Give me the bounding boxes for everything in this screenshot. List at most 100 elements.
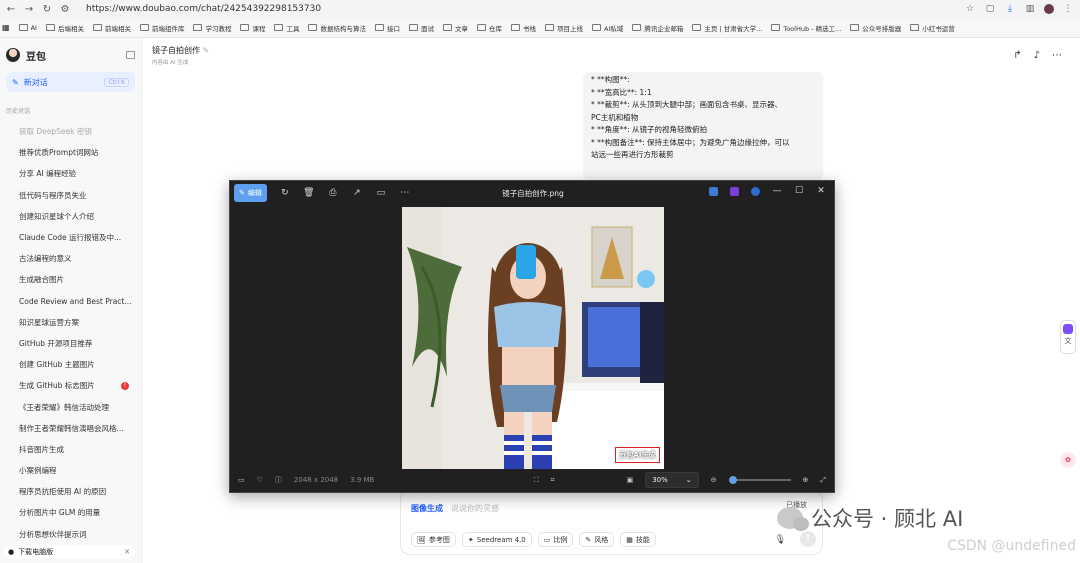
mode-label[interactable]: 图像生成: [411, 503, 443, 514]
bookmark-item[interactable]: 仓库: [476, 23, 502, 33]
bookmark-item[interactable]: 文章: [442, 23, 468, 33]
profile-avatar[interactable]: [1044, 4, 1054, 14]
rename-icon[interactable]: ✎: [203, 46, 210, 55]
bookmark-item[interactable]: 主页 | 甘肃省大学...: [692, 23, 762, 33]
reload-icon[interactable]: ↻: [42, 4, 52, 15]
more-icon[interactable]: ⋯: [1052, 50, 1062, 61]
translate-icon[interactable]: 文: [1061, 336, 1075, 346]
close-icon[interactable]: ✕: [124, 548, 130, 556]
fit-icon[interactable]: ⛶: [534, 476, 539, 485]
sidebar-history-item[interactable]: 分享 AI 编程经验: [0, 163, 141, 184]
sidebar-history-item[interactable]: 获取 DeepSeek 密钥: [0, 121, 141, 142]
site-info-icon[interactable]: ⚙: [60, 4, 70, 15]
bookmark-item[interactable]: 前端组件库: [139, 23, 184, 33]
app-icon-blue[interactable]: [709, 186, 718, 196]
new-chat-button[interactable]: ✎ 新对话 Ctrl K: [6, 72, 135, 92]
sidebar-history-item[interactable]: 分析思想伙伴提示词: [0, 524, 141, 545]
info-icon[interactable]: ⓘ: [275, 475, 282, 485]
bookmark-item[interactable]: 学习教程: [193, 23, 231, 33]
bookmark-item[interactable]: 书栈: [510, 23, 536, 33]
sidebar-history-item[interactable]: 创建 GitHub 主题图片: [0, 354, 141, 375]
bookmark-item[interactable]: 后端相关: [45, 23, 84, 33]
forward-icon[interactable]: →: [24, 4, 34, 15]
bookmark-item[interactable]: 面试: [408, 23, 434, 33]
sidebar-history-item[interactable]: 古法编程的意义: [0, 248, 141, 269]
delete-icon[interactable]: 🗑: [303, 188, 315, 198]
actual-size-icon[interactable]: ▣: [627, 476, 634, 484]
sidebar-history-item[interactable]: 程序员抗拒使用 AI 的原因: [0, 481, 141, 502]
minimize-icon[interactable]: —: [772, 186, 782, 196]
app-icon-purple[interactable]: [730, 186, 739, 196]
send-button[interactable]: ↑: [800, 531, 816, 547]
cloud-icon[interactable]: [751, 186, 760, 196]
sidebar-history-item[interactable]: 《王者荣耀》韩信活动处理: [0, 396, 141, 417]
apps-icon[interactable]: ▦: [2, 23, 10, 32]
bookmark-item[interactable]: 腾讯企业邮箱: [632, 23, 683, 33]
sidebar-history-item[interactable]: 分析图片中 GLM 的用量: [0, 502, 141, 523]
sidebar-history-item[interactable]: 抖音图片生成: [0, 439, 141, 460]
sidebar-history-item[interactable]: 生成 GitHub 标志图片!: [0, 375, 141, 396]
sidebar-history-item[interactable]: 推荐优质Prompt词网站: [0, 142, 141, 163]
composer-tool-button[interactable]: ✎ 风格: [579, 532, 615, 547]
close-icon[interactable]: ✕: [816, 186, 826, 196]
more-icon[interactable]: ⋯: [399, 188, 411, 198]
bell-icon[interactable]: ♪: [1034, 50, 1040, 61]
bookmark-item[interactable]: 小红书运营: [910, 23, 955, 33]
sidebar-history-item[interactable]: 生成融合图片: [0, 269, 141, 290]
print-icon[interactable]: ⎙: [327, 188, 339, 198]
bookmark-item[interactable]: 课程: [240, 23, 265, 33]
zoom-select[interactable]: 30% ⌄: [645, 472, 699, 488]
crop-icon[interactable]: ⌗: [551, 476, 555, 485]
extensions-icon[interactable]: ▢: [984, 4, 996, 14]
sidebar-history-item[interactable]: 小案例编程: [0, 460, 141, 481]
bookmark-item[interactable]: 前端相关: [92, 23, 131, 33]
zoom-slider[interactable]: [728, 476, 791, 484]
fullscreen-icon[interactable]: ⤢: [820, 476, 826, 485]
sidebar-history-item[interactable]: 创建知识星球个人介绍: [0, 206, 141, 227]
maximize-icon[interactable]: ☐: [794, 186, 804, 196]
sidebar-history-item[interactable]: Code Review and Best Pract...: [0, 291, 141, 312]
bookmark-item[interactable]: 工具: [274, 23, 299, 33]
zoom-slider-thumb[interactable]: [728, 476, 737, 484]
bookmark-item[interactable]: 接口: [374, 23, 400, 33]
more-icon[interactable]: ⋮: [1062, 4, 1074, 14]
bookmark-item[interactable]: 项目上线: [544, 23, 583, 33]
bookmark-item[interactable]: AI: [18, 24, 37, 32]
download-desktop-button[interactable]: ● 下载电脑版 ✕: [4, 545, 134, 559]
zoom-out-icon[interactable]: ⊖: [711, 476, 717, 484]
star-icon[interactable]: ☆: [964, 4, 976, 14]
back-icon[interactable]: ←: [6, 4, 16, 15]
sidebar-history-item[interactable]: Claude Code 运行报错及中...: [0, 227, 141, 248]
prompt-input[interactable]: 说说你的灵感: [451, 503, 499, 514]
message-line: * **宽高比**: 1:1: [591, 87, 652, 97]
share-icon[interactable]: ↗: [351, 188, 363, 198]
composer-tool-button[interactable]: ✦ Seedream 4.0: [461, 532, 532, 547]
rotate-icon[interactable]: ↻: [279, 188, 291, 198]
sidebar-history-item[interactable]: 低代码与程序员失业: [0, 185, 141, 206]
download-icon[interactable]: ⤓: [1004, 4, 1016, 14]
pink-float-icon[interactable]: ✿: [1060, 452, 1076, 468]
sidebar-icon[interactable]: ▥: [1024, 4, 1036, 14]
sidebar-history-item[interactable]: 制作王者荣耀韩信演唱会风格...: [0, 418, 141, 439]
slideshow-icon[interactable]: ▭: [375, 188, 387, 198]
edit-button[interactable]: ✎ 编辑: [234, 184, 267, 202]
bookmark-item[interactable]: 公众号排版器: [850, 23, 901, 33]
sidebar-history-item[interactable]: GitHub 开源项目推荐: [0, 333, 141, 354]
microphone-icon[interactable]: 🎙: [775, 535, 786, 545]
filmstrip-icon[interactable]: ▭: [238, 476, 245, 484]
composer-tool-button[interactable]: 🖼 参考图: [411, 532, 456, 547]
share-icon[interactable]: ↱: [1013, 50, 1021, 61]
assistant-icon[interactable]: [1063, 324, 1073, 334]
bookmark-item[interactable]: AI私域: [591, 23, 623, 33]
composer-tool-button[interactable]: ▭ 比例: [537, 532, 574, 547]
bookmark-item[interactable]: ToolHub - 精选工...: [771, 23, 841, 33]
bookmark-item[interactable]: 数据结构与算法: [308, 23, 366, 33]
desktop-icon: ●: [8, 548, 15, 556]
composer-tool-button[interactable]: ▦ 技能: [620, 532, 656, 547]
address-bar[interactable]: https://www.doubao.com/chat/242543922981…: [78, 4, 956, 14]
zoom-in-icon[interactable]: ⊕: [803, 476, 809, 484]
sidebar-history-item[interactable]: 知识星球运营方案: [0, 312, 141, 333]
chat-title[interactable]: 镜子自拍创作 ✎: [152, 45, 209, 56]
collapse-sidebar-icon[interactable]: [126, 51, 135, 59]
favorite-icon[interactable]: ♡: [257, 476, 263, 484]
